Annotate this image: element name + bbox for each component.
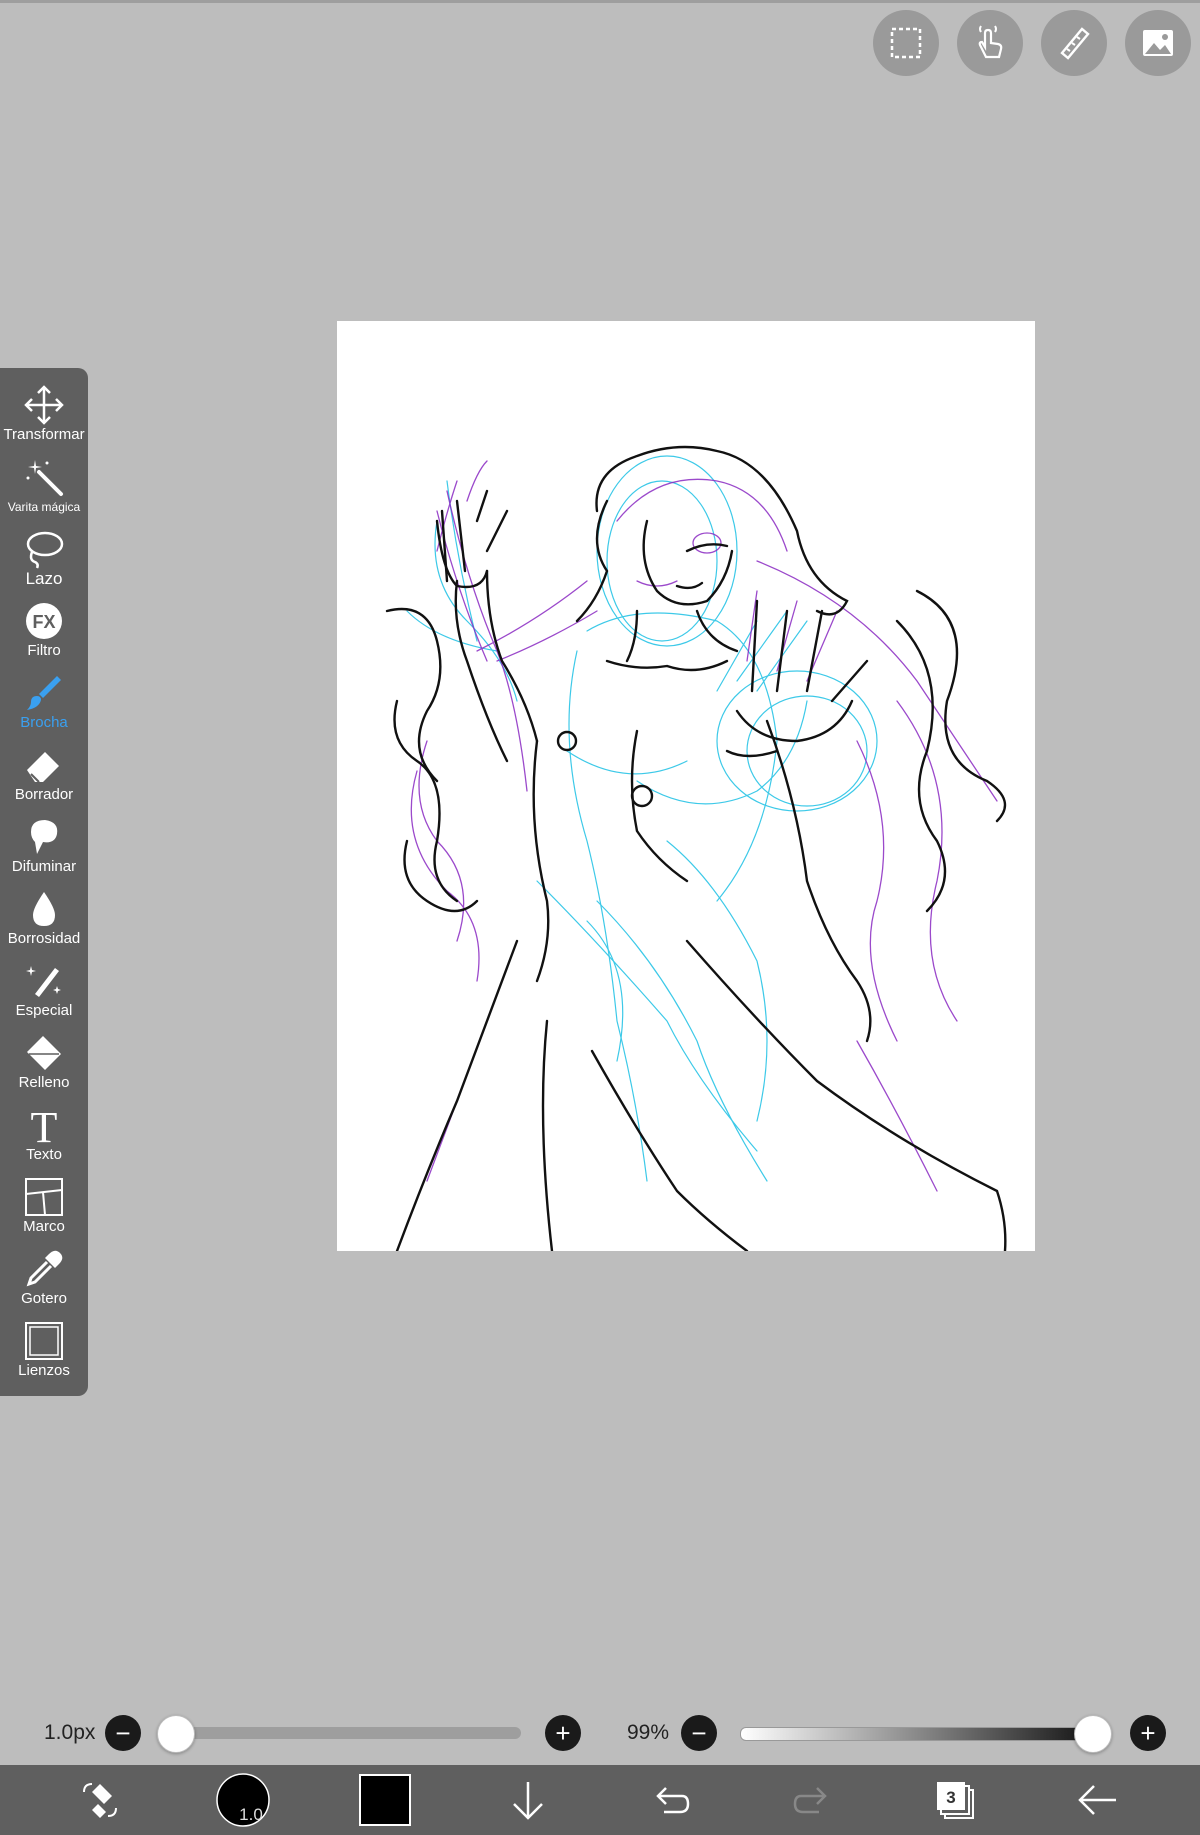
- brush-size-value: 1.0px: [44, 1721, 96, 1744]
- tool-difuminar[interactable]: Difuminar: [0, 816, 88, 888]
- opacity-slider-knob[interactable]: [1074, 1715, 1113, 1753]
- tool-borrosidad[interactable]: Borrosidad: [0, 888, 88, 960]
- tool-lienzos[interactable]: Lienzos: [0, 1320, 88, 1392]
- ruler-icon: [1060, 27, 1090, 60]
- canvas-icon: [25, 1322, 63, 1360]
- tool-label: Gotero: [21, 1290, 67, 1307]
- size-decrease-button[interactable]: −: [105, 1715, 141, 1751]
- frame-icon: [25, 1178, 63, 1216]
- down-arrow-icon: [513, 1782, 543, 1820]
- tool-varita-magica[interactable]: Varita mágica: [0, 456, 88, 528]
- undo-button[interactable]: [630, 1765, 710, 1835]
- top-status-strip: [0, 0, 1200, 3]
- brush-eraser-swap-icon: [83, 1783, 117, 1818]
- brush-icon: [27, 676, 61, 710]
- bottom-toolbar: 1.0 3: [0, 1765, 1200, 1835]
- fx-icon: FX: [26, 603, 62, 639]
- brush-settings-bar: 1.0px − + 99% − +: [0, 1713, 1200, 1753]
- brush-eraser-swap-button[interactable]: [60, 1765, 140, 1835]
- tool-relleno[interactable]: Relleno: [0, 1032, 88, 1104]
- color-picker-button[interactable]: [345, 1765, 425, 1835]
- tool-label: Varita mágica: [7, 500, 81, 514]
- tool-label: Borrador: [14, 786, 74, 803]
- opacity-value: 99%: [627, 1721, 670, 1744]
- tool-lazo[interactable]: Lazo: [0, 528, 88, 600]
- layers-button[interactable]: 3: [915, 1765, 995, 1835]
- tool-label: Texto: [26, 1146, 62, 1163]
- tool-texto[interactable]: T Texto: [0, 1104, 88, 1176]
- lasso-icon: [26, 531, 64, 569]
- tool-label: Lazo: [25, 569, 63, 588]
- tool-label: Filtro: [27, 642, 61, 659]
- tool-especial[interactable]: Especial: [0, 960, 88, 1032]
- tool-label: Borrosidad: [7, 930, 81, 947]
- sketch-artwork: [385, 445, 1007, 1253]
- tool-label: Transformar: [3, 426, 85, 443]
- eraser-icon: [27, 752, 59, 783]
- brush-size-button[interactable]: 1.0: [203, 1765, 283, 1835]
- fill-bucket-icon: [27, 1036, 61, 1070]
- opacity-slider[interactable]: [740, 1727, 1098, 1741]
- fx-text: FX: [32, 612, 55, 632]
- gesture-button[interactable]: [957, 10, 1023, 76]
- selection-button[interactable]: [873, 10, 939, 76]
- tool-label: Difuminar: [11, 858, 77, 875]
- tool-filtro[interactable]: FX Filtro: [0, 600, 88, 672]
- layers-icon: 3: [937, 1782, 974, 1819]
- blur-drop-icon: [33, 892, 55, 926]
- gallery-button[interactable]: [1125, 10, 1191, 76]
- brush-size-slider-knob[interactable]: [157, 1715, 195, 1753]
- undo-icon: [656, 1787, 690, 1814]
- opacity-increase-button[interactable]: +: [1130, 1715, 1166, 1751]
- tool-panel: Transformar Varita mágica Lazo FX Filtro…: [0, 368, 88, 1396]
- tool-marco[interactable]: Marco: [0, 1176, 88, 1248]
- gallery-icon: [1143, 30, 1173, 56]
- move-arrows-icon: [24, 385, 64, 425]
- layer-count: 3: [946, 1788, 955, 1807]
- drawing-canvas[interactable]: [337, 321, 1035, 1253]
- brush-size-slider[interactable]: [165, 1727, 521, 1739]
- tool-transformar[interactable]: Transformar: [0, 384, 88, 456]
- back-button[interactable]: [1058, 1765, 1138, 1835]
- tool-label: Especial: [15, 1002, 73, 1019]
- smudge-icon: [31, 820, 58, 854]
- plus-icon: +: [1140, 1718, 1156, 1748]
- ruler-button[interactable]: [1041, 10, 1107, 76]
- special-brush-icon: [26, 966, 61, 997]
- back-arrow-icon: [1078, 1785, 1116, 1815]
- download-button[interactable]: [488, 1765, 568, 1835]
- brush-size-icon: 1.0: [216, 1773, 270, 1827]
- tool-label: Brocha: [20, 714, 68, 731]
- redo-icon: [793, 1787, 827, 1814]
- plus-icon: +: [555, 1718, 571, 1748]
- tool-label: Relleno: [18, 1074, 70, 1091]
- text-icon-glyph: T: [31, 1104, 58, 1146]
- tool-label: Marco: [23, 1218, 65, 1235]
- eyedropper-icon: [26, 1250, 63, 1287]
- brush-size-text: 1.0: [239, 1805, 263, 1824]
- hand-gesture-icon: [978, 25, 1003, 59]
- selection-icon: [890, 27, 922, 59]
- size-increase-button[interactable]: +: [545, 1715, 581, 1751]
- opacity-decrease-button[interactable]: −: [681, 1715, 717, 1751]
- magic-wand-icon: [26, 460, 63, 496]
- tool-label: Lienzos: [18, 1362, 70, 1379]
- color-swatch: [359, 1774, 411, 1826]
- redo-button[interactable]: [773, 1765, 853, 1835]
- minus-icon: −: [115, 1718, 131, 1748]
- minus-icon: −: [691, 1718, 707, 1748]
- text-icon: T: [31, 1104, 58, 1146]
- tool-brocha[interactable]: Brocha: [0, 672, 88, 744]
- tool-gotero[interactable]: Gotero: [0, 1248, 88, 1320]
- tool-borrador[interactable]: Borrador: [0, 744, 88, 816]
